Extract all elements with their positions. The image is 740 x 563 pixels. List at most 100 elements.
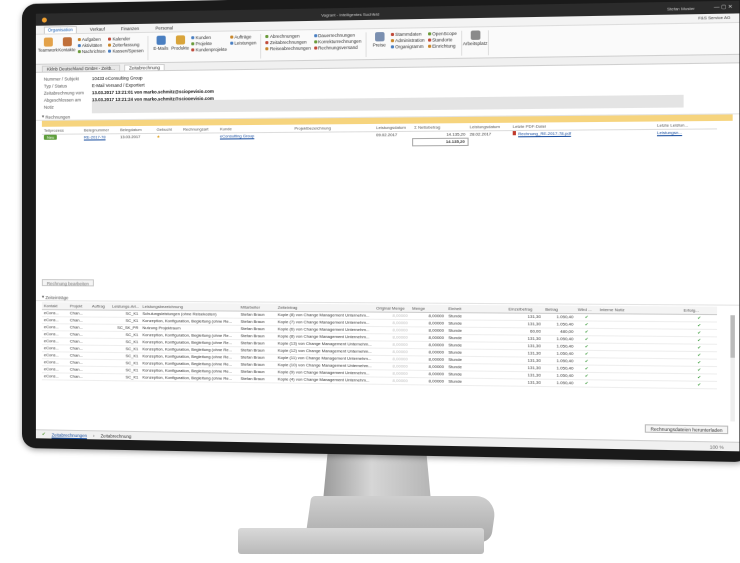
ribbon-item-label: Aufträge [234, 34, 251, 39]
company-name[interactable]: F&S Service AG [698, 15, 730, 21]
invoice-last[interactable]: Leistungsn... [657, 130, 682, 135]
ribbon-button[interactable]: Teamwork [40, 37, 56, 61]
ribbon-small-button[interactable]: Zeiterfassung [108, 42, 143, 48]
entry-entry: Kopie (4) von Change Management Unterneh… [276, 375, 374, 383]
app-logo-icon [42, 17, 47, 22]
ribbon-small-button[interactable]: OpenScope [428, 31, 457, 37]
invoice-customer[interactable]: eConsulting Group [220, 133, 254, 138]
ribbon-small-button[interactable]: Dauerrechnungen [314, 32, 361, 38]
entry-orig: 8,00000 [374, 377, 410, 385]
ribbon-item-icon [266, 47, 269, 50]
ribbon-item-label: Abrechnungen [270, 33, 300, 39]
ribbon-small-button[interactable]: Rechnungsversand [314, 45, 361, 51]
empty-cell [82, 140, 118, 147]
header-field-label: Abgeschlossen am [44, 97, 92, 103]
ribbon-small-column: Abrechnungen Zeitabrechnungen Reiseabrechn… [266, 33, 311, 58]
ribbon-button[interactable]: Produkte [172, 35, 188, 60]
edit-invoice-button[interactable]: Rechnung bearbeiten [42, 279, 94, 286]
ribbon-small-button[interactable]: Organigramm [391, 44, 425, 50]
invoice-pdf[interactable]: Rechnung_RE-2017-78.pdf [518, 131, 571, 137]
download-invoice-files-button[interactable]: Rechnungsdateien herunterladen [645, 424, 728, 434]
ribbon-item-label: Nachrichten [82, 49, 106, 54]
ribbon-button-label: Teamwork [38, 47, 58, 52]
ribbon-item-icon [314, 40, 317, 43]
ribbon-item-icon [314, 46, 317, 49]
ribbon-item-icon [78, 38, 81, 41]
invoice-cell-last: Leistungsn... [655, 128, 717, 136]
monitor-bezel: Vagrant - Intelligentes Suchfeld Stefan … [22, 0, 740, 462]
ribbon-small-button[interactable]: Kunden [191, 35, 227, 41]
window-controls[interactable]: — ▢ ✕ [714, 4, 733, 11]
ribbon-item-label: Kassen/Spesen [112, 48, 143, 54]
ribbon-item-label: Reiseabrechnungen [270, 46, 311, 52]
menu-tab[interactable]: Personal [152, 25, 176, 31]
ribbon-item-label: Kunden [196, 35, 212, 40]
ribbon-button-label: E-Mails [153, 46, 168, 51]
user-name[interactable]: Stefan Muster [667, 5, 695, 11]
ribbon-button[interactable]: E-Mails [153, 36, 169, 61]
ribbon-small-button[interactable]: Aufträge [230, 34, 256, 40]
entry-contact: eCons... [42, 372, 68, 379]
entry-cell [598, 379, 682, 387]
ribbon-item-icon [428, 32, 431, 35]
ribbon-small-button[interactable]: Aufgaben [78, 37, 106, 42]
empty-cell [374, 138, 412, 146]
empty-cell [218, 139, 292, 147]
ribbon-small-button[interactable]: Kundenprojekte [191, 47, 227, 53]
ribbon-item-icon [191, 48, 194, 51]
menu-tab[interactable]: Verkauf [87, 27, 108, 33]
invoices-section-title: Rechnungen [45, 114, 70, 119]
entries-scrollbar[interactable] [730, 315, 734, 421]
ribbon-button[interactable]: Kontakte [59, 37, 75, 61]
ribbon-small-button[interactable]: Leistungen [230, 40, 256, 46]
header-field-label: Notiz [44, 104, 92, 110]
ribbon-small-button[interactable]: Kassen/Spesen [108, 48, 143, 54]
ribbon-small-button[interactable]: Abrechnungen [266, 33, 311, 39]
ribbon-small-button[interactable]: Einrichtung [428, 43, 457, 49]
ribbon-small-button[interactable]: Kalender [108, 36, 143, 42]
ribbon-small-button[interactable]: Stammdaten [391, 31, 425, 37]
header-form: Nummer / Subjekt 10433 eConsulting Group T… [36, 63, 739, 113]
ribbon-item-icon [78, 44, 81, 47]
teamwork-icon [43, 37, 52, 46]
document-tab[interactable]: Zeitabrechnung [124, 64, 165, 71]
ribbon-small-button[interactable]: Projekte [191, 41, 227, 47]
ribbon-item-label: Rechnungsversand [318, 45, 358, 51]
header-field-value[interactable]: E-Mail Versand / Exportiert [92, 82, 145, 88]
ribbon-item-icon [108, 38, 111, 41]
empty-cell [42, 141, 82, 148]
ribbon-button[interactable]: Preise [371, 32, 388, 57]
window-title: Vagrant - Intelligentes Suchfeld [321, 11, 379, 17]
ribbon-button-label: Kontakte [58, 47, 75, 52]
menu-tab[interactable]: Organisation [44, 26, 77, 34]
ribbon-item-label: OpenScope [432, 31, 457, 37]
header-field-label: Zeitabrechnung vom [44, 90, 92, 96]
zoom-level[interactable]: 100 % [710, 444, 724, 450]
ribbon-item-icon [230, 42, 233, 45]
ribbon-small-button[interactable]: Aktivitäten [78, 43, 106, 48]
ribbon-small-button[interactable]: Reiseabrechnungen [266, 46, 311, 52]
menu-tab[interactable]: Finanzen [118, 26, 142, 32]
entries-table: Kontakt Projekt Auftrag Leistungs-Art... Lei… [42, 302, 717, 389]
ribbon-item-icon [78, 50, 81, 53]
invoice-number[interactable]: RE-2017-78 [84, 135, 106, 140]
ribbon-small-button[interactable]: Korrekturrechnungen [314, 39, 361, 45]
ribbon-small-column: Kunden Projekte Kundenprojekte [191, 35, 227, 60]
document-tab[interactable]: Kklnb Deutschland GmbH - Zeitb... [42, 65, 120, 72]
header-field-value[interactable]: 10433 eConsulting Group [92, 75, 143, 81]
pdf-icon [513, 131, 516, 135]
breadcrumb-parent[interactable]: Zeitabrechnungen [52, 432, 87, 438]
invoice-date: 13.03.2017 [120, 134, 140, 139]
ribbon-small-button[interactable]: Zeitabrechnungen [266, 39, 311, 45]
ribbon-item-icon [230, 36, 233, 39]
breadcrumb-separator: › [93, 433, 94, 438]
ribbon-small-button[interactable]: Nachrichten [78, 49, 106, 54]
ribbon-small-button[interactable]: Standorte [428, 37, 457, 43]
ribbon-group: E-Mails Produkte Kunden Projekte Kundenproje… [153, 34, 262, 60]
success-check-icon: ✔ [681, 380, 717, 388]
ribbon-button[interactable]: Arbeitsplatz [467, 30, 484, 55]
ribbon-small-button[interactable]: Administration [391, 38, 425, 44]
invoice-status: Neu [44, 135, 57, 140]
entry-qty: 8,00000 [410, 377, 446, 385]
ribbon-item-label: Projekte [196, 41, 213, 46]
